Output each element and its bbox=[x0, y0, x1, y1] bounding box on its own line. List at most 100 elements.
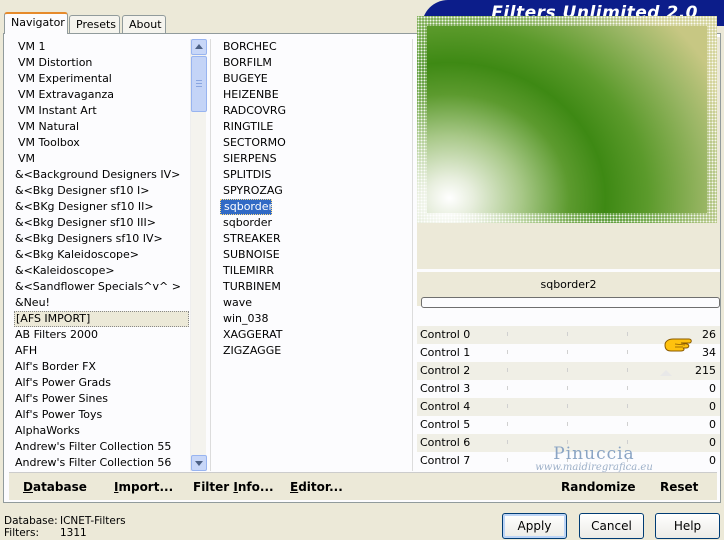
category-item[interactable]: &<Bkg Kaleidoscope> bbox=[14, 247, 189, 263]
filter-item[interactable]: sqborder bbox=[220, 215, 410, 231]
filter-item[interactable]: RINGTILE bbox=[220, 119, 410, 135]
chevron-up-icon bbox=[195, 44, 203, 49]
progress-bar bbox=[421, 297, 720, 308]
scroll-down-button[interactable] bbox=[191, 455, 207, 471]
filter-item[interactable]: win_038 bbox=[220, 311, 410, 327]
filter-item[interactable]: SUBNOISE bbox=[220, 247, 410, 263]
category-item[interactable]: VM Instant Art bbox=[14, 103, 189, 119]
category-item[interactable]: &<Sandflower Specials^v^ > bbox=[14, 279, 189, 295]
slider-tick bbox=[567, 422, 568, 426]
category-item[interactable]: &Neu! bbox=[14, 295, 189, 311]
control-row[interactable]: Control 2 215 bbox=[417, 362, 720, 380]
category-item[interactable]: VM bbox=[14, 151, 189, 167]
control-label: Control 1 bbox=[420, 346, 471, 359]
slider-tick bbox=[507, 350, 508, 354]
filter-item[interactable]: sqborder2 bbox=[220, 199, 280, 215]
category-item[interactable]: Alf's Power Toys bbox=[14, 407, 189, 423]
category-item[interactable]: AB Filters 2000 bbox=[14, 327, 189, 343]
category-item[interactable]: VM Natural bbox=[14, 119, 189, 135]
category-item[interactable]: VM Extravaganza bbox=[14, 87, 189, 103]
category-item[interactable]: &<Bkg Designer sf10 I> bbox=[14, 183, 189, 199]
slider-tick bbox=[567, 332, 568, 336]
category-scrollbar[interactable] bbox=[190, 39, 207, 471]
category-item[interactable]: [AFS IMPORT] bbox=[14, 311, 189, 327]
slider-tick bbox=[627, 368, 628, 372]
tab-presets[interactable]: Presets bbox=[69, 15, 120, 33]
import-label: mport... bbox=[118, 480, 174, 494]
status-filters-value: 1311 bbox=[60, 527, 87, 539]
randomize-button[interactable]: Randomize bbox=[561, 480, 635, 494]
editor-button[interactable]: Editor... bbox=[290, 480, 343, 494]
slider-tick bbox=[507, 386, 508, 390]
category-item[interactable]: AlphaWorks bbox=[14, 423, 189, 439]
slider-tick bbox=[507, 368, 508, 372]
cancel-button[interactable]: Cancel bbox=[579, 513, 644, 539]
filter-info-label: Filter bbox=[193, 480, 234, 494]
category-item[interactable]: Alf's Power Grads bbox=[14, 375, 189, 391]
control-value: 0 bbox=[709, 382, 716, 395]
slider-tick bbox=[627, 386, 628, 390]
grip-line bbox=[196, 86, 202, 87]
filter-item[interactable]: SPYROZAG bbox=[220, 183, 410, 199]
scroll-thumb[interactable] bbox=[191, 56, 207, 112]
filter-item[interactable]: STREAKER bbox=[220, 231, 410, 247]
help-button[interactable]: Help bbox=[655, 513, 720, 539]
category-item[interactable]: Alf's Power Sines bbox=[14, 391, 189, 407]
filter-item[interactable]: SECTORMO bbox=[220, 135, 410, 151]
filter-item[interactable]: XAGGERAT bbox=[220, 327, 410, 343]
filter-item[interactable]: HEIZENBE bbox=[220, 87, 410, 103]
watermark: Pinuccia www.maidiregrafica.eu bbox=[504, 444, 684, 473]
database-mnemonic: D bbox=[23, 480, 33, 494]
control-label: Control 6 bbox=[420, 436, 471, 449]
filter-item[interactable]: SPLITDIS bbox=[220, 167, 410, 183]
selected-filter-name: sqborder2 bbox=[540, 278, 597, 291]
category-item[interactable]: &<Kaleidoscope> bbox=[14, 263, 189, 279]
category-item[interactable]: Andrew's Filter Collection 55 bbox=[14, 439, 189, 455]
import-button[interactable]: Import... bbox=[114, 480, 173, 494]
control-row[interactable]: Control 4 0 bbox=[417, 398, 720, 416]
filter-item[interactable]: BORFILM bbox=[220, 55, 410, 71]
control-row[interactable]: Control 3 0 bbox=[417, 380, 720, 398]
category-item[interactable]: &<Background Designers IV> bbox=[14, 167, 189, 183]
scroll-up-button[interactable] bbox=[191, 39, 207, 55]
filter-list[interactable]: BORCHEC BORFILM BUGEYE HEIZENBE RADCOVRG RING… bbox=[220, 39, 410, 369]
filter-item[interactable]: TILEMIRR bbox=[220, 263, 410, 279]
control-value: 0 bbox=[709, 400, 716, 413]
tab-about[interactable]: About bbox=[122, 15, 166, 33]
category-item[interactable]: VM Experimental bbox=[14, 71, 189, 87]
filter-info-button[interactable]: Filter Info... bbox=[193, 480, 274, 494]
category-item[interactable]: Andrew's Filter Collection 56 bbox=[14, 455, 189, 471]
filter-item[interactable]: wave bbox=[220, 295, 410, 311]
hand-pointer-icon bbox=[664, 338, 692, 352]
tab-navigator[interactable]: Navigator bbox=[4, 12, 68, 34]
slider-tick bbox=[567, 404, 568, 408]
category-item[interactable]: &<BKg Designer sf10 II> bbox=[14, 199, 189, 215]
category-item[interactable]: VM Toolbox bbox=[14, 135, 189, 151]
category-item[interactable]: &<Bkg Designer sf10 III> bbox=[14, 215, 189, 231]
filter-item[interactable]: ZIGZAGGE bbox=[220, 343, 410, 359]
reset-button[interactable]: Reset bbox=[660, 480, 698, 494]
category-item[interactable]: Alf's Border FX bbox=[14, 359, 189, 375]
apply-button[interactable]: Apply bbox=[502, 513, 567, 539]
editor-mnemonic: E bbox=[290, 480, 299, 494]
category-item[interactable]: AFH bbox=[14, 343, 189, 359]
filter-item[interactable]: SIERPENS bbox=[220, 151, 410, 167]
preview-divider bbox=[412, 39, 413, 471]
control-row[interactable]: Control 5 0 bbox=[417, 416, 720, 434]
category-item[interactable]: &<Bkg Designers sf10 IV> bbox=[14, 231, 189, 247]
slider-tick bbox=[627, 332, 628, 336]
database-button[interactable]: Database bbox=[23, 480, 87, 494]
filter-item[interactable]: BUGEYE bbox=[220, 71, 410, 87]
category-item[interactable]: VM 1 bbox=[14, 39, 189, 55]
category-item[interactable]: VM Distortion bbox=[14, 55, 189, 71]
control-label: Control 7 bbox=[420, 454, 471, 467]
filter-item[interactable]: TURBINEM bbox=[220, 279, 410, 295]
control-label: Control 0 bbox=[420, 328, 471, 341]
filter-item[interactable]: RADCOVRG bbox=[220, 103, 410, 119]
slider-tick bbox=[627, 350, 628, 354]
watermark-title: Pinuccia bbox=[553, 444, 635, 464]
category-list[interactable]: VM 1 VM Distortion VM Experimental VM Extra… bbox=[14, 39, 189, 471]
filter-item[interactable]: BORCHEC bbox=[220, 39, 410, 55]
action-bar: Database Import... Filter Info... Editor… bbox=[9, 472, 717, 500]
filter-info-label-rest: nfo... bbox=[237, 480, 274, 494]
